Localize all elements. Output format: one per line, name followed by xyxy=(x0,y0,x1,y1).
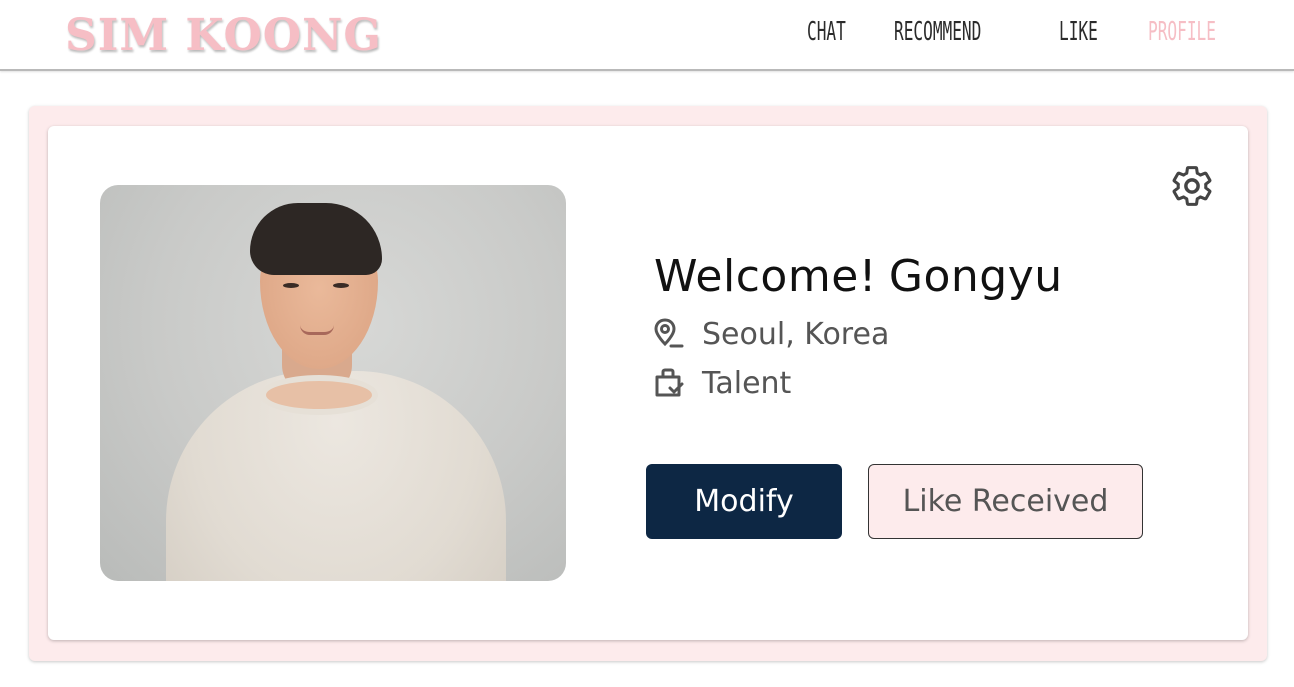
welcome-greeting: Welcome! xyxy=(654,251,877,302)
gear-icon[interactable] xyxy=(1169,163,1215,209)
profile-photo xyxy=(100,185,566,581)
job-text: Talent xyxy=(702,365,792,401)
profile-card-frame: Welcome! Gongyu Seoul, Korea Talent Modif… xyxy=(29,106,1267,661)
photo-collar xyxy=(260,375,378,415)
like-received-button[interactable]: Like Received xyxy=(868,464,1143,539)
photo-hair xyxy=(250,203,382,275)
modify-button[interactable]: Modify xyxy=(646,464,842,539)
photo-left-eye xyxy=(283,283,299,288)
nav-profile[interactable]: PROFILE xyxy=(1148,12,1216,52)
nav-like[interactable]: LIKE xyxy=(1059,12,1098,52)
nav-recommend[interactable]: RECOMMEND xyxy=(894,12,981,52)
job-row: Talent xyxy=(652,365,792,401)
photo-mouth xyxy=(300,325,334,335)
top-navigation-bar: SIM KOONG CHAT RECOMMEND LIKE PROFILE xyxy=(0,0,1294,71)
location-row: Seoul, Korea xyxy=(652,316,890,352)
brand-logo[interactable]: SIM KOONG xyxy=(65,8,382,64)
nav-chat[interactable]: CHAT xyxy=(807,12,846,52)
location-text: Seoul, Korea xyxy=(702,316,890,352)
welcome-heading: Welcome! Gongyu xyxy=(654,250,1063,304)
location-pin-icon xyxy=(654,318,684,348)
profile-name: Gongyu xyxy=(888,251,1063,302)
photo-right-eye xyxy=(333,283,349,288)
briefcase-icon xyxy=(655,368,684,397)
profile-card: Welcome! Gongyu Seoul, Korea Talent Modif… xyxy=(48,126,1248,640)
